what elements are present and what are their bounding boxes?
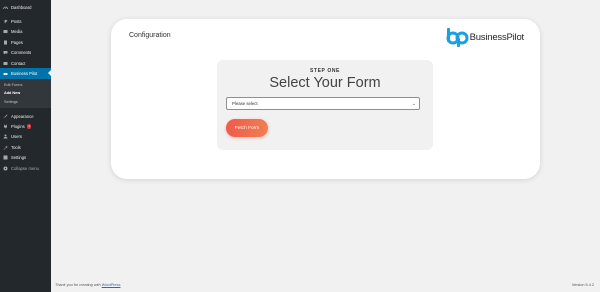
brush-icon [3, 114, 8, 119]
sidebar-item-label: Appearance [11, 113, 34, 119]
business-pilot-logo-icon [446, 28, 469, 47]
submenu-edit-forms[interactable]: Edit Forms [0, 81, 51, 89]
sidebar-item-label: Collapse menu [11, 165, 39, 171]
settings-icon [3, 155, 8, 160]
sidebar-item-label: Contact [11, 60, 26, 66]
sidebar-item-label: Users [11, 134, 22, 140]
page-icon [3, 40, 8, 45]
wordpress-link[interactable]: WordPress [102, 283, 121, 287]
fetch-form-button[interactable]: Fetch Form [226, 119, 268, 137]
sidebar-item-label: Settings [11, 155, 27, 161]
wrench-icon [3, 145, 8, 150]
sidebar-item-label: Comments [11, 50, 32, 56]
admin-sidebar: Dashboard Posts Media Pages Comments Con… [0, 0, 51, 292]
business-pilot-submenu: Edit Forms Add New Settings [0, 78, 51, 108]
page-title: Configuration [129, 32, 171, 39]
user-icon [3, 134, 8, 139]
footer-thanks-text: Thank you for creating with [55, 283, 102, 287]
step-label: STEP ONE [310, 68, 340, 74]
dashboard-icon [3, 5, 8, 10]
footer-thanks: Thank you for creating with WordPress. [55, 283, 122, 287]
sidebar-item-comments[interactable]: Comments [0, 48, 51, 58]
form-select-value: Please select [232, 101, 258, 106]
sidebar-item-media[interactable]: Media [0, 27, 51, 37]
sidebar-collapse-menu[interactable]: Collapse menu [0, 163, 51, 173]
sidebar-item-posts[interactable]: Posts [0, 16, 51, 26]
sidebar-item-label: Tools [11, 144, 21, 150]
plugins-update-badge: 1 [26, 124, 32, 129]
configuration-card: Configuration BusinessPilot STEP ONE Sel… [111, 19, 540, 179]
select-form-heading: Select Your Form [269, 75, 381, 91]
sidebar-item-plugins[interactable]: Plugins 1 [0, 121, 51, 131]
sidebar-item-label: Dashboard [11, 4, 32, 10]
sidebar-item-pages[interactable]: Pages [0, 37, 51, 47]
business-pilot-icon [3, 71, 8, 76]
sidebar-item-users[interactable]: Users [0, 132, 51, 142]
business-pilot-logo: BusinessPilot [445, 27, 524, 47]
comment-icon [3, 50, 8, 55]
sidebar-item-appearance[interactable]: Appearance [0, 111, 51, 121]
pin-icon [3, 19, 8, 24]
business-pilot-logo-text: BusinessPilot [469, 31, 525, 43]
select-form-panel: STEP ONE Select Your Form Please select … [217, 60, 433, 150]
form-select[interactable]: Please select ⌄ [226, 97, 420, 110]
chevron-down-icon: ⌄ [411, 100, 416, 107]
submenu-add-new[interactable]: Add New [0, 89, 51, 97]
sidebar-item-contact[interactable]: Contact [0, 58, 51, 68]
collapse-icon [3, 166, 8, 171]
sidebar-item-label: Business Pilot [11, 71, 38, 77]
plugin-icon [3, 124, 8, 129]
footer-version: Version 5.4.2 [571, 283, 594, 287]
media-icon [3, 29, 8, 34]
sidebar-item-tools[interactable]: Tools [0, 142, 51, 152]
sidebar-item-dashboard[interactable]: Dashboard [0, 2, 51, 12]
sidebar-item-label: Posts [11, 19, 22, 25]
sidebar-item-business-pilot[interactable]: Business Pilot [0, 68, 51, 79]
mail-icon [3, 61, 8, 66]
sidebar-item-label: Pages [11, 39, 23, 45]
sidebar-item-label: Media [11, 29, 23, 35]
sidebar-item-settings[interactable]: Settings [0, 152, 51, 162]
submenu-settings[interactable]: Settings [0, 98, 51, 106]
sidebar-item-label: Plugins [11, 123, 25, 129]
